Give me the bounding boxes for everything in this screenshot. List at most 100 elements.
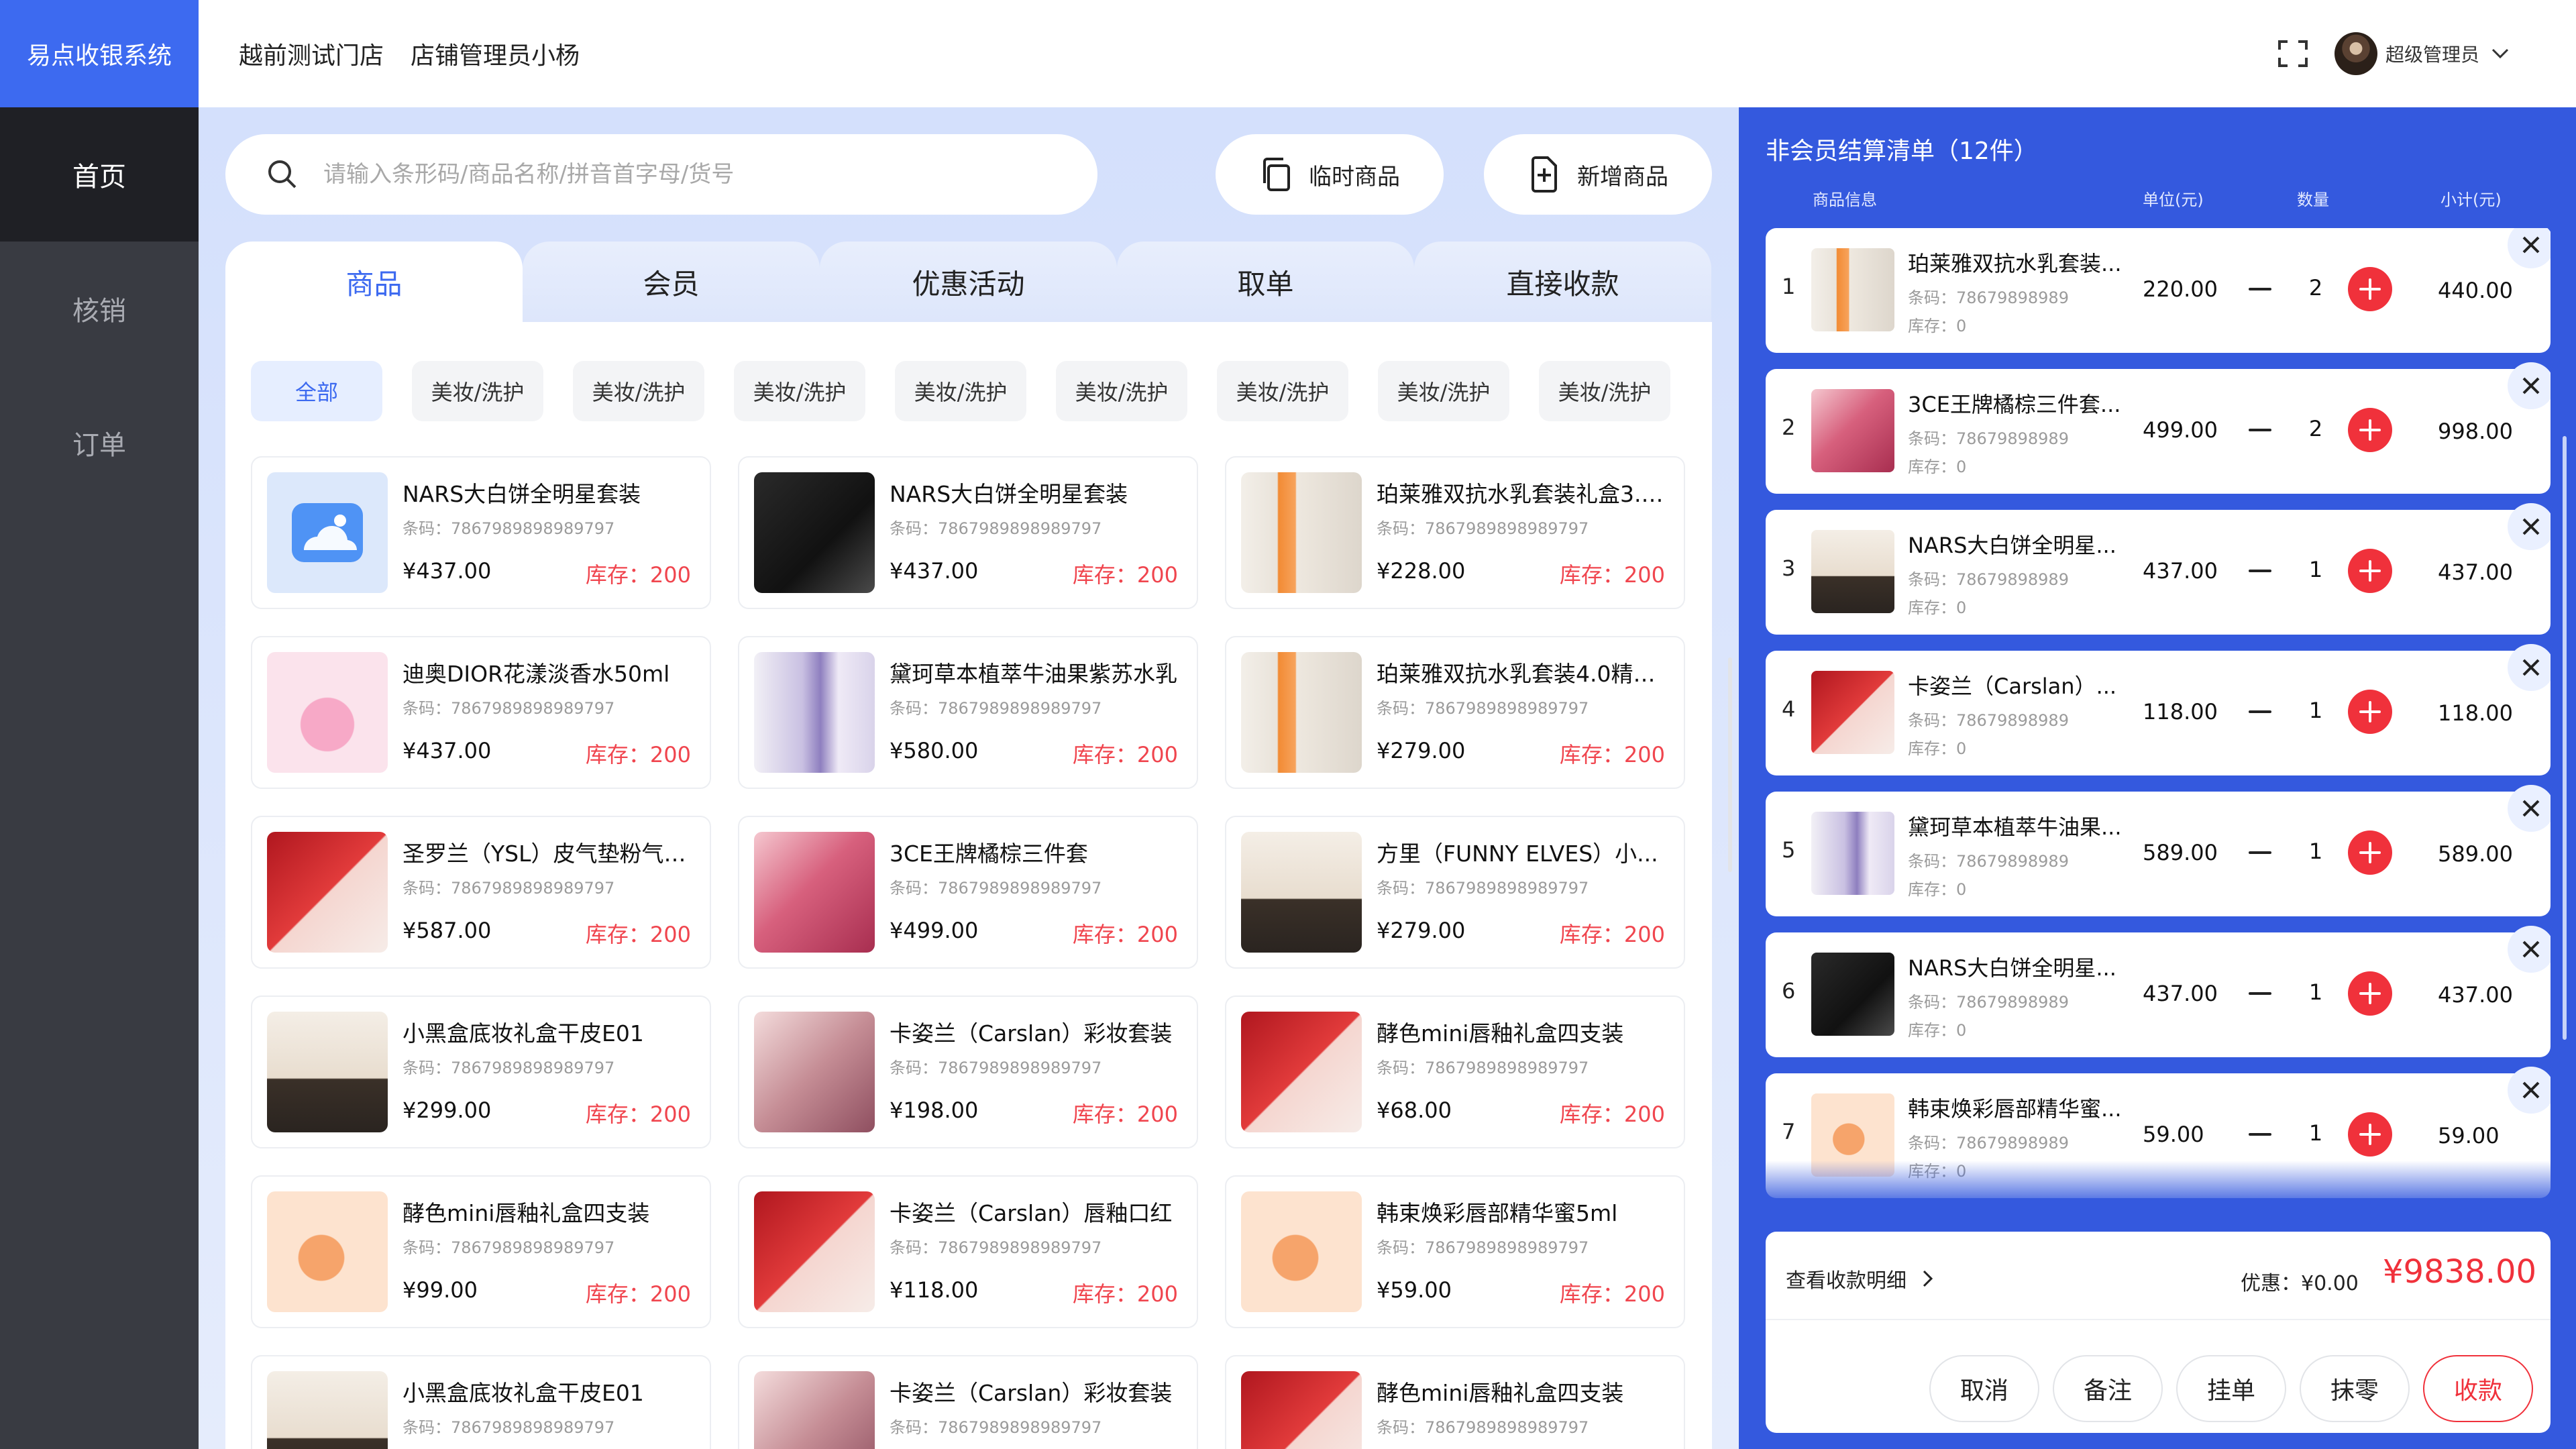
product-thumbnail — [754, 1371, 875, 1449]
tab-products[interactable]: 商品 — [225, 241, 523, 322]
product-card[interactable]: 圣罗兰（YSL）皮气垫粉气垫... 条码：7867989898989797 ¥587… — [251, 816, 711, 969]
decrease-quantity-button[interactable] — [2243, 554, 2277, 588]
increase-quantity-button[interactable] — [2348, 549, 2392, 593]
admin-menu[interactable]: 超级管理员 — [2334, 32, 2509, 75]
close-icon — [2522, 518, 2540, 535]
tab-direct-payment[interactable]: 直接收款 — [1414, 241, 1711, 322]
category-item[interactable]: 美妆/洗护 — [1056, 361, 1187, 421]
category-item[interactable]: 美妆/洗护 — [1539, 361, 1670, 421]
sidebar-item-verify[interactable]: 核销 — [0, 241, 199, 376]
product-card[interactable]: 卡姿兰（Carslan）唇釉口红 条码：7867989898989797 ¥118.… — [738, 1175, 1198, 1328]
increase-quantity-button[interactable] — [2348, 408, 2392, 452]
remove-item-button[interactable] — [2508, 785, 2551, 832]
product-card[interactable]: 卡姿兰（Carslan）彩妆套装条码：7867989898989797 — [738, 1355, 1198, 1449]
product-grid: NARS大白饼全明星套装 条码：7867989898989797 ¥437.00 库存… — [251, 456, 1686, 1449]
product-card[interactable]: 黛珂草本植萃牛油果紫苏水乳 条码：7867989898989797 ¥580.00 库… — [738, 636, 1198, 789]
header-product-info: 商品信息 — [1813, 191, 1877, 209]
product-stock: 库存：200 — [1559, 922, 1665, 947]
category-item[interactable]: 美妆/洗护 — [573, 361, 704, 421]
cart-item-name: 3CE王牌橘棕三件套... — [1908, 392, 2121, 417]
temp-product-label: 临时商品 — [1309, 163, 1400, 191]
chevron-down-icon — [2491, 48, 2509, 59]
cancel-button[interactable]: 取消 — [1929, 1355, 2039, 1422]
cart-list: 1 珀莱雅双抗水乳套装... 条码：78679898989 库存：0 220.00 2 44… — [1766, 228, 2551, 1208]
product-name: 卡姿兰（Carslan）彩妆套装 — [890, 1020, 1173, 1046]
decrease-quantity-button[interactable] — [2243, 836, 2277, 869]
cart-item-index: 3 — [1782, 555, 1796, 581]
decrease-quantity-button[interactable] — [2243, 1118, 2277, 1151]
search-bar[interactable] — [225, 134, 1097, 215]
add-product-button[interactable]: 新增商品 — [1484, 134, 1712, 215]
product-barcode: 条码：7867989898989797 — [890, 1059, 1102, 1077]
round-off-button[interactable]: 抹零 — [2300, 1355, 2410, 1422]
product-card[interactable]: 酵色mini唇釉礼盒四支装 条码：7867989898989797 ¥99.00 库存… — [251, 1175, 711, 1328]
remove-item-button[interactable] — [2508, 503, 2551, 550]
decrease-quantity-button[interactable] — [2243, 977, 2277, 1010]
category-item[interactable]: 美妆/洗护 — [734, 361, 865, 421]
increase-quantity-button[interactable] — [2348, 1112, 2392, 1157]
tab-retrieve-order[interactable]: 取单 — [1117, 241, 1414, 322]
temp-product-button[interactable]: 临时商品 — [1216, 134, 1444, 215]
increase-quantity-button[interactable] — [2348, 830, 2392, 875]
increase-quantity-button[interactable] — [2348, 971, 2392, 1016]
remove-item-button[interactable] — [2508, 362, 2551, 409]
product-barcode: 条码：7867989898989797 — [402, 1059, 615, 1077]
product-card[interactable]: 珀莱雅双抗水乳套装4.0精华... 条码：7867989898989797 ¥279… — [1225, 636, 1685, 789]
cart-scrollbar[interactable] — [2563, 436, 2567, 1040]
product-barcode: 条码：7867989898989797 — [890, 1418, 1102, 1437]
product-name: 卡姿兰（Carslan）彩妆套装 — [890, 1380, 1173, 1406]
category-item[interactable]: 美妆/洗护 — [1217, 361, 1348, 421]
increase-quantity-button[interactable] — [2348, 267, 2392, 311]
header-subtotal: 小计(元) — [2440, 191, 2502, 209]
category-all[interactable]: 全部 — [251, 361, 382, 421]
product-card[interactable]: 珀莱雅双抗水乳套装礼盒3.0... 条码：7867989898989797 ¥228… — [1225, 456, 1685, 609]
product-card[interactable]: 迪奥DIOR花漾淡香水50ml 条码：7867989898989797 ¥437.0… — [251, 636, 711, 789]
remove-item-button[interactable] — [2508, 1067, 2551, 1114]
product-stock: 库存：200 — [1072, 1102, 1178, 1127]
cart-item-stock: 库存：0 — [1908, 739, 1967, 758]
category-item[interactable]: 美妆/洗护 — [1378, 361, 1509, 421]
product-stock: 库存：200 — [585, 562, 691, 588]
decrease-quantity-button[interactable] — [2243, 272, 2277, 306]
product-card[interactable]: NARS大白饼全明星套装 条码：7867989898989797 ¥437.00 库存… — [251, 456, 711, 609]
search-input[interactable] — [323, 161, 1061, 188]
checkout-title: 非会员结算清单（12件） — [1766, 138, 2038, 165]
product-card[interactable]: NARS大白饼全明星套装 条码：7867989898989797 ¥437.00 库存… — [738, 456, 1198, 609]
decrease-quantity-button[interactable] — [2243, 413, 2277, 447]
product-card[interactable]: 卡姿兰（Carslan）彩妆套装 条码：7867989898989797 ¥198.… — [738, 996, 1198, 1148]
product-price: ¥279.00 — [1377, 918, 1466, 943]
remark-button[interactable]: 备注 — [2053, 1355, 2163, 1422]
cart-item-thumbnail — [1811, 812, 1894, 895]
chevron-right-icon — [1923, 1270, 1933, 1287]
sidebar-item-home[interactable]: 首页 — [0, 107, 199, 241]
collect-payment-button[interactable]: 收款 — [2423, 1355, 2533, 1422]
product-stock: 库存：200 — [585, 1281, 691, 1307]
product-card[interactable]: 韩束焕彩唇部精华蜜5ml 条码：7867989898989797 ¥59.00 库存：… — [1225, 1175, 1685, 1328]
product-card[interactable]: 酵色mini唇釉礼盒四支装 条码：7867989898989797 ¥68.00 库存… — [1225, 996, 1685, 1148]
fullscreen-icon[interactable] — [2278, 40, 2308, 67]
product-name: 小黑盒底妆礼盒干皮E01 — [402, 1380, 644, 1406]
remove-item-button[interactable] — [2508, 228, 2551, 268]
increase-quantity-button[interactable] — [2348, 690, 2392, 734]
tab-promotions[interactable]: 优惠活动 — [820, 241, 1117, 322]
product-card[interactable]: 方里（FUNNY ELVES）小... 条码：7867989898989797 ¥2… — [1225, 816, 1685, 969]
hold-order-button[interactable]: 挂单 — [2176, 1355, 2286, 1422]
cart-item-barcode: 条码：78679898989 — [1908, 288, 2069, 307]
tab-members[interactable]: 会员 — [523, 241, 820, 322]
product-card[interactable]: 3CE王牌橘棕三件套 条码：7867989898989797 ¥499.00 库存：2… — [738, 816, 1198, 969]
product-card[interactable]: 小黑盒底妆礼盒干皮E01 条码：7867989898989797 — [251, 1355, 711, 1449]
product-card[interactable]: 酵色mini唇釉礼盒四支装 条码：7867989898989797 — [1225, 1355, 1685, 1449]
category-item[interactable]: 美妆/洗护 — [412, 361, 543, 421]
product-scrollbar[interactable] — [1728, 657, 1732, 872]
brand-logo: 易点收银系统 — [0, 0, 199, 107]
product-card[interactable]: 小黑盒底妆礼盒干皮E01 条码：7867989898989797 ¥299.00 库存… — [251, 996, 711, 1148]
remove-item-button[interactable] — [2508, 644, 2551, 691]
sidebar-item-orders[interactable]: 订单 — [0, 376, 199, 510]
remove-item-button[interactable] — [2508, 926, 2551, 973]
cart-item-subtotal: 437.00 — [2438, 982, 2513, 1008]
payment-detail-link[interactable]: 查看收款明细 — [1786, 1264, 1933, 1293]
category-item[interactable]: 美妆/洗护 — [895, 361, 1026, 421]
product-name: 酵色mini唇釉礼盒四支装 — [1377, 1380, 1624, 1406]
cart-item-quantity: 1 — [2308, 1120, 2323, 1146]
decrease-quantity-button[interactable] — [2243, 695, 2277, 729]
